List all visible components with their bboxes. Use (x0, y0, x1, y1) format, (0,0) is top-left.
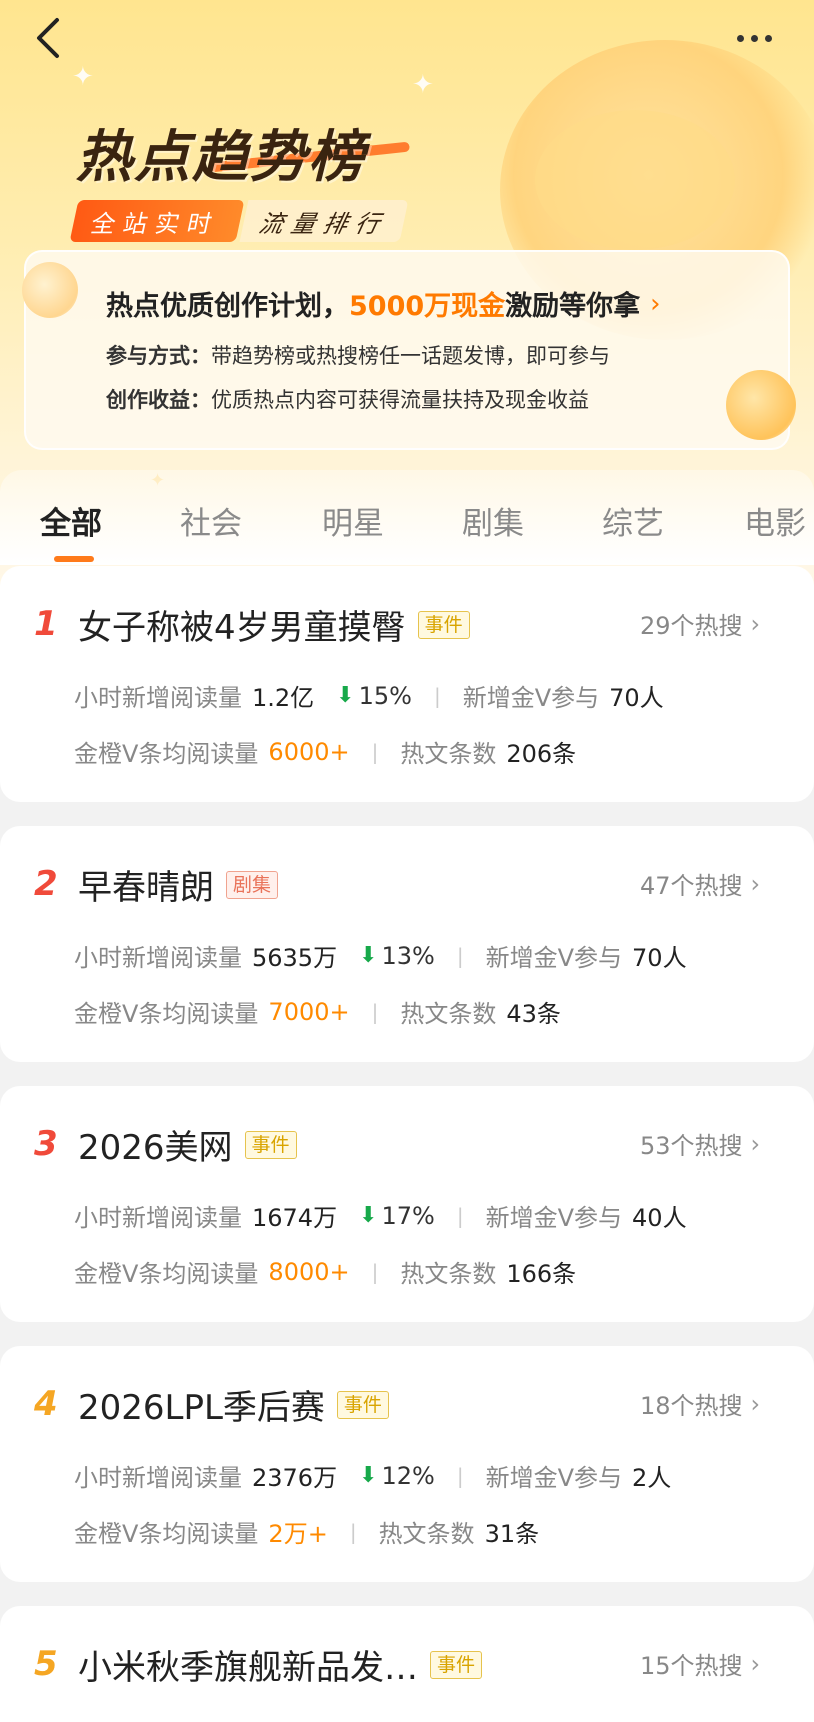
rank-number: 5 (34, 1644, 58, 1684)
promo-line-method: 参与方式：带趋势榜或热搜榜任一话题发博，即可参与 (106, 344, 610, 368)
rank-number: 2 (34, 864, 58, 904)
sparkle-icon: ✦ (72, 62, 94, 92)
promo-line-income: 创作收益：优质热点内容可获得流量扶持及现金收益 (106, 388, 589, 412)
tab-celebrity[interactable]: 明星 (322, 498, 384, 543)
category-badge: 事件 (417, 610, 470, 639)
category-badge: 事件 (336, 1390, 389, 1419)
rank-number: 4 (34, 1384, 58, 1424)
tab-society[interactable]: 社会 (180, 498, 242, 543)
coin-icon (22, 262, 78, 318)
stats-row-2: 金橙V条均阅读量 8000+ | 热文条数 166条 (74, 1257, 577, 1289)
tab-drama[interactable]: 剧集 (462, 498, 524, 543)
promo-card[interactable]: 热点优质创作计划， 5000万现金 激励等你拿 › 参与方式：带趋势榜或热搜榜任… (22, 250, 796, 450)
promo-headline[interactable]: 热点优质创作计划， 5000万现金 激励等你拿 › (106, 284, 661, 323)
page-title-logo: 热点趋势榜 (76, 125, 366, 190)
tagline-text: 流量排行 (239, 200, 409, 242)
chevron-right-icon: › (750, 1649, 761, 1678)
trend-title: 2026LPL季后赛 (78, 1388, 325, 1428)
trend-title: 小米秋季旗舰新品发… (78, 1648, 418, 1688)
hot-search-count[interactable]: 29个热搜 › (640, 606, 760, 641)
stats-row-1: 小时新增阅读量 5635万 ⬇ 13% | 新增金V参与 70人 (74, 941, 687, 973)
trend-title: 女子称被4岁男童摸臀 (78, 608, 406, 648)
trend-item[interactable]: 2 早春晴朗 剧集 47个热搜 › 小时新增阅读量 5635万 ⬇ 13% | 新… (0, 826, 814, 1062)
trend-title: 早春晴朗 (78, 868, 214, 908)
trend-item[interactable]: 1 女子称被4岁男童摸臀 事件 29个热搜 › 小时新增阅读量 1.2亿 ⬇ 15… (0, 566, 814, 802)
chevron-right-icon: › (750, 1389, 761, 1418)
tab-movie[interactable]: 电影 (744, 498, 806, 543)
back-button[interactable] (24, 14, 72, 62)
coin-icon (726, 370, 796, 440)
stats-row-2: 金橙V条均阅读量 2万+ | 热文条数 31条 (74, 1519, 540, 1549)
stats-row-1: 小时新增阅读量 2376万 ⬇ 12% | 新增金V参与 2人 (74, 1461, 672, 1493)
arrow-down-icon: ⬇ (359, 943, 378, 968)
category-tabs: 全部 社会 明星 剧集 综艺 电影 (0, 470, 814, 565)
trend-title: 2026美网 (78, 1128, 233, 1168)
category-badge: 事件 (430, 1650, 483, 1679)
hot-search-count[interactable]: 18个热搜 › (640, 1386, 760, 1421)
arrow-down-icon: ⬇ (359, 1203, 378, 1228)
tab-variety[interactable]: 综艺 (602, 498, 664, 543)
more-button[interactable] (722, 18, 786, 58)
stats-row-1: 小时新增阅读量 1674万 ⬇ 17% | 新增金V参与 40人 (74, 1201, 687, 1233)
chevron-right-icon: › (750, 609, 761, 638)
back-chevron-icon (37, 18, 59, 58)
tagline: 全站实时 流量排行 (69, 200, 409, 242)
trend-item[interactable]: 4 2026LPL季后赛 事件 18个热搜 › 小时新增阅读量 2376万 ⬇ 1… (0, 1346, 814, 1582)
weibo-logo-inner (535, 110, 735, 250)
hot-search-count[interactable]: 15个热搜 › (640, 1646, 760, 1681)
chevron-right-icon: › (650, 288, 661, 319)
tab-all[interactable]: 全部 (40, 498, 102, 543)
hot-search-count[interactable]: 53个热搜 › (640, 1126, 760, 1161)
category-badge: 剧集 (226, 870, 279, 899)
arrow-down-icon: ⬇ (359, 1463, 378, 1488)
rank-number: 1 (34, 604, 58, 644)
sparkle-icon: ✦ (412, 70, 434, 100)
arrow-down-icon: ⬇ (336, 683, 355, 708)
trend-item[interactable]: 3 2026美网 事件 53个热搜 › 小时新增阅读量 1674万 ⬇ 17% |… (0, 1086, 814, 1322)
tagline-highlight: 全站实时 (69, 200, 245, 242)
chevron-right-icon: › (750, 869, 761, 898)
rank-number: 3 (34, 1124, 58, 1164)
stats-row-1: 小时新增阅读量 1.2亿 ⬇ 15% | 新增金V参与 70人 (74, 681, 664, 713)
trend-item[interactable]: 5 小米秋季旗舰新品发… 事件 15个热搜 › (0, 1606, 814, 1722)
category-badge: 事件 (244, 1130, 297, 1159)
stats-row-2: 金橙V条均阅读量 6000+ | 热文条数 206条 (74, 737, 577, 769)
active-tab-indicator (54, 556, 94, 562)
more-dots-icon (736, 34, 744, 42)
hot-search-count[interactable]: 47个热搜 › (640, 866, 760, 901)
chevron-right-icon: › (750, 1129, 761, 1158)
stats-row-2: 金橙V条均阅读量 7000+ | 热文条数 43条 (74, 997, 561, 1029)
